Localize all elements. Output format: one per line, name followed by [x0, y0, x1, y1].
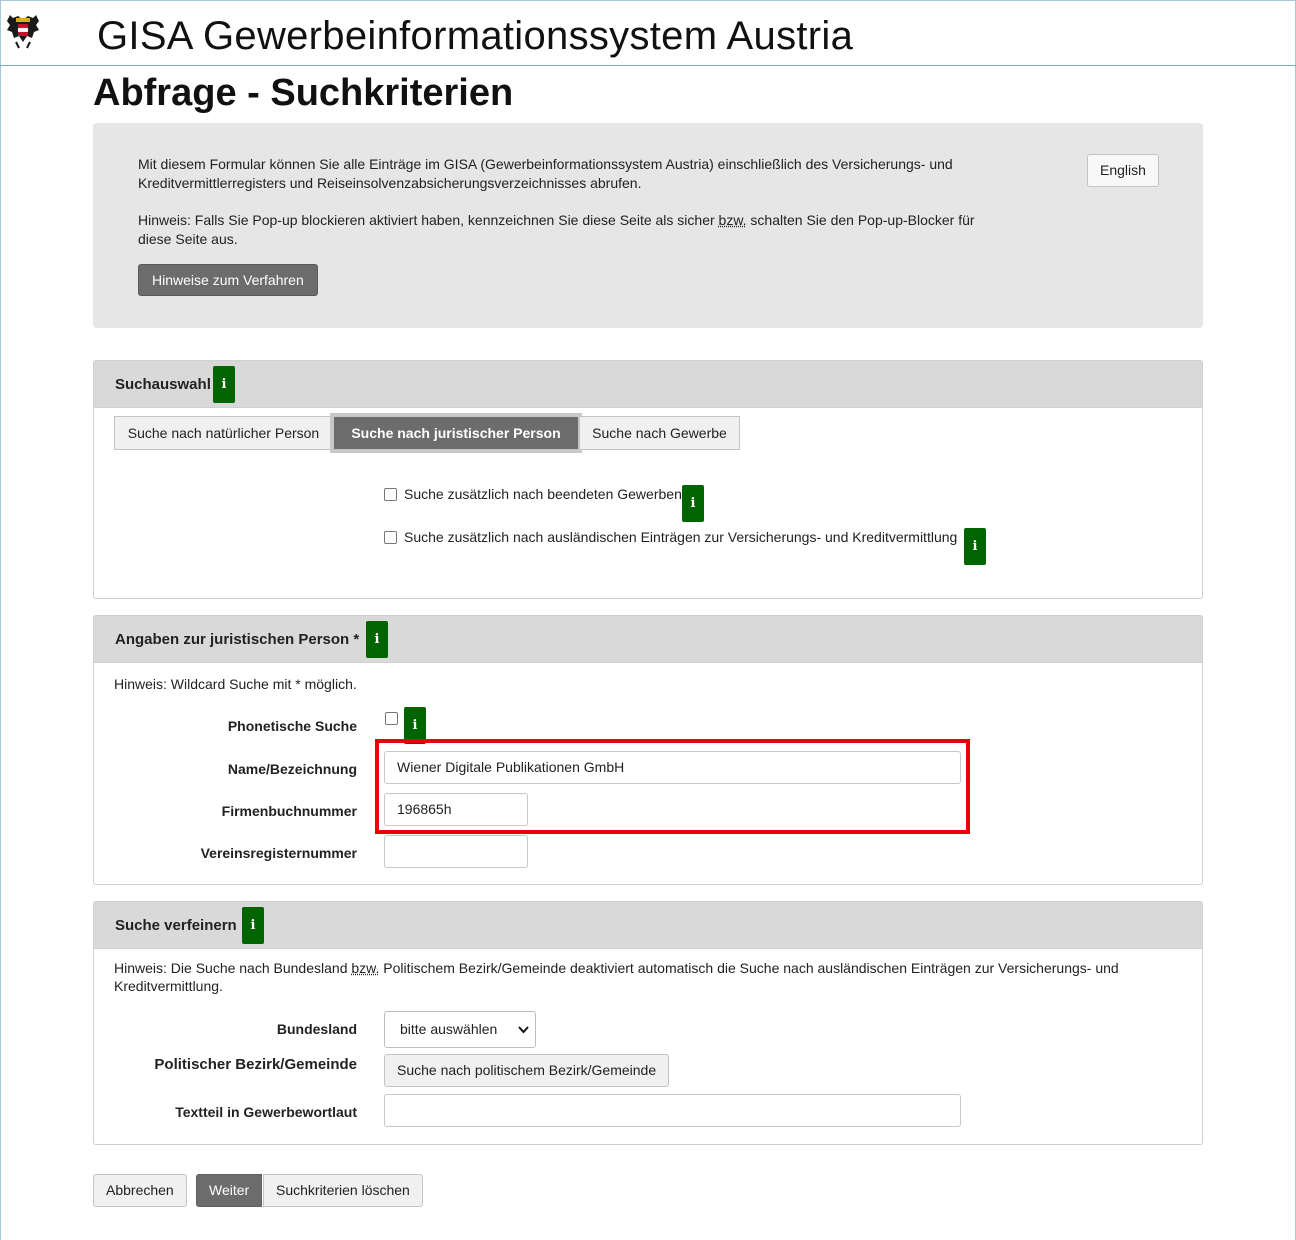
intro-box: Mit diesem Formular können Sie alle Eint…	[93, 123, 1203, 328]
name-bezeichnung-label: Name/Bezeichnung	[227, 761, 357, 777]
popup-hint-text: Hinweis: Falls Sie Pop-up blockieren akt…	[138, 212, 975, 247]
vereinsregisternummer-input[interactable]	[384, 835, 528, 868]
highlight-box	[375, 739, 970, 834]
suchauswahl-header: Suchauswahl i	[94, 361, 1202, 408]
intro-text: Mit diesem Formular können Sie alle Eint…	[138, 156, 953, 191]
phonetische-suche-checkbox[interactable]	[385, 712, 398, 725]
info-icon[interactable]: i	[964, 528, 986, 565]
suche-verfeinern-header: Suche verfeinern i	[94, 902, 1202, 949]
austrian-eagle-logo	[7, 15, 39, 49]
juristische-person-header: Angaben zur juristischen Person * i	[94, 616, 1202, 663]
phonetische-suche-label: Phonetische Suche	[227, 718, 357, 734]
info-icon[interactable]: i	[682, 485, 704, 522]
tab-natuerliche-person[interactable]: Suche nach natürlicher Person	[114, 416, 333, 450]
beendete-gewerbe-checkbox[interactable]	[384, 488, 397, 501]
textteil-label: Textteil in Gewerbewortlaut	[175, 1104, 357, 1120]
tab-gewerbe[interactable]: Suche nach Gewerbe	[579, 416, 740, 450]
info-icon[interactable]: i	[213, 366, 235, 403]
suchauswahl-title: Suchauswahl	[115, 376, 211, 393]
firmenbuchnummer-label: Firmenbuchnummer	[221, 803, 357, 819]
suche-verfeinern-panel: Suche verfeinern i Hinweis: Die Suche na…	[93, 901, 1203, 1145]
juristische-person-title: Angaben zur juristischen Person *	[115, 631, 360, 648]
suchkriterien-loeschen-button[interactable]: Suchkriterien löschen	[263, 1174, 423, 1207]
bundesland-hint: Hinweis: Die Suche nach Bundesland bzw. …	[114, 960, 1119, 994]
info-icon[interactable]: i	[366, 621, 388, 658]
info-icon[interactable]: i	[242, 907, 264, 944]
page-title: Abfrage - Suchkriterien	[93, 72, 514, 114]
hinweise-zum-verfahren-button[interactable]: Hinweise zum Verfahren	[138, 264, 318, 296]
politischer-bezirk-search-button[interactable]: Suche nach politischem Bezirk/Gemeinde	[384, 1054, 670, 1087]
auslaendische-eintraege-label: Suche zusätzlich nach ausländischen Eint…	[404, 529, 958, 545]
bundesland-label: Bundesland	[276, 1021, 357, 1037]
bundesland-selected-value: bitte auswählen	[400, 1021, 498, 1037]
auslaendische-eintraege-checkbox[interactable]	[384, 531, 397, 544]
auslaendische-eintraege-option: Suche zusätzlich nach ausländischen Eint…	[384, 529, 957, 545]
suchauswahl-panel: Suchauswahl i Suche nach natürlicher Per…	[93, 360, 1203, 599]
tab-juristische-person[interactable]: Suche nach juristischer Person	[333, 416, 579, 450]
chevron-down-icon	[518, 1026, 529, 1034]
suche-verfeinern-title: Suche verfeinern	[115, 917, 237, 934]
vereinsregisternummer-label: Vereinsregisternummer	[200, 845, 357, 861]
top-header: GISA Gewerbeinformationssystem Austria	[0, 0, 1296, 66]
abbrechen-button[interactable]: Abbrechen	[93, 1174, 187, 1207]
bundesland-select[interactable]: bitte auswählen	[384, 1011, 536, 1048]
textteil-input[interactable]	[384, 1094, 961, 1127]
weiter-button[interactable]: Weiter	[196, 1174, 263, 1207]
english-language-button[interactable]: English	[1087, 154, 1159, 187]
beendete-gewerbe-option: Suche zusätzlich nach beendeten Gewerben	[384, 486, 682, 502]
politischer-bezirk-label: Politischer Bezirk/Gemeinde	[154, 1056, 357, 1073]
beendete-gewerbe-label: Suche zusätzlich nach beendeten Gewerben	[404, 486, 682, 502]
app-title: GISA Gewerbeinformationssystem Austria	[97, 14, 854, 58]
wildcard-hint: Hinweis: Wildcard Suche mit * möglich.	[114, 676, 357, 692]
